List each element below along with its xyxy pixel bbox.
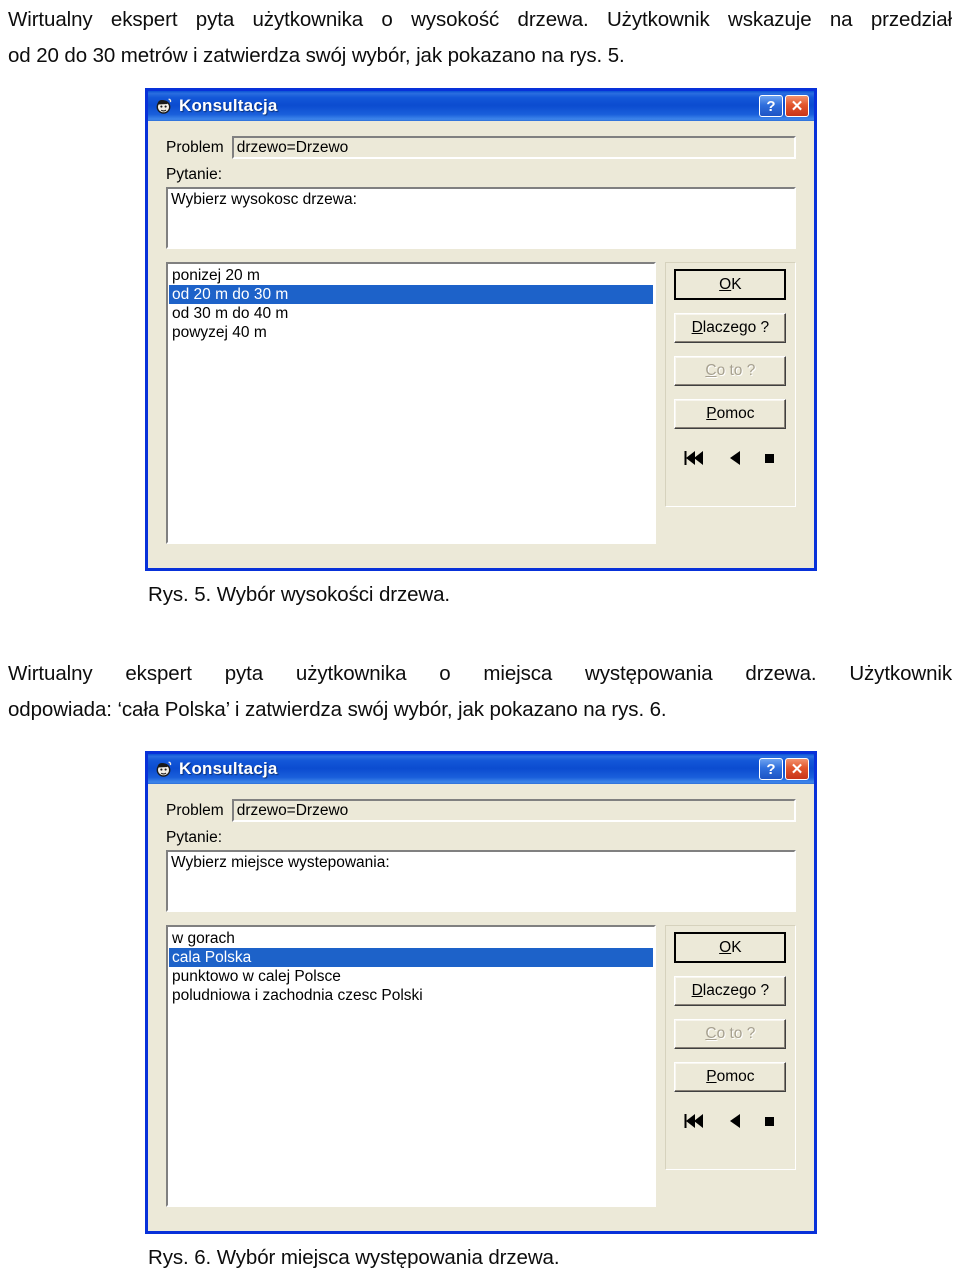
- question-label: Pytanie:: [166, 166, 223, 183]
- what-is-it-button: Co to ?: [674, 1019, 787, 1049]
- dialog-1-body: Problem drzewo=Drzewo Pytanie: Wybierz w…: [148, 121, 814, 568]
- list-item[interactable]: punktowo w calej Polsce: [169, 967, 653, 986]
- previous-icon[interactable]: [728, 1113, 741, 1134]
- ok-button[interactable]: OK: [674, 269, 787, 300]
- dialog-1-bottom-spacer: [157, 544, 805, 560]
- why-button[interactable]: Dlaczego ?: [674, 976, 787, 1006]
- list-item[interactable]: w gorach: [169, 929, 653, 948]
- rewind-to-start-icon[interactable]: [684, 450, 706, 471]
- close-icon[interactable]: ✕: [785, 758, 809, 780]
- intro-paragraph-1: Wirtualny ekspert pyta użytkownika o wys…: [8, 2, 952, 74]
- help-button[interactable]: Pomoc: [674, 1062, 787, 1092]
- dialog-2-nav-row: [674, 1111, 786, 1135]
- answer-listbox[interactable]: w gorach cala Polska punktowo w calej Po…: [166, 925, 656, 1207]
- why-button[interactable]: Dlaczego ?: [674, 313, 787, 343]
- stop-icon[interactable]: [763, 450, 776, 471]
- question-text: Wybierz miejsce wystepowania:: [171, 854, 390, 871]
- help-button-rest: omoc: [716, 405, 755, 422]
- help-button[interactable]: Pomoc: [674, 399, 787, 429]
- help-icon[interactable]: ?: [759, 95, 783, 117]
- consultation-dialog-2[interactable]: Konsultacja ? ✕ Problem drzewo=Drzewo Py…: [145, 751, 817, 1234]
- ok-button-rest: K: [731, 938, 742, 956]
- why-button-rest: laczego ?: [702, 982, 770, 999]
- dialog-2-title: Konsultacja: [179, 759, 278, 778]
- expert-head-icon: [154, 759, 174, 779]
- problem-field[interactable]: drzewo=Drzewo: [231, 136, 796, 159]
- expert-head-icon: [154, 96, 174, 116]
- dialog-1-nav-row: [674, 448, 786, 472]
- question-text: Wybierz wysokosc drzewa:: [171, 191, 357, 208]
- ok-button[interactable]: OK: [674, 932, 787, 963]
- problem-field[interactable]: drzewo=Drzewo: [231, 799, 796, 822]
- paragraph-1-line-2: od 20 do 30 metrów i zatwierdza swój wyb…: [8, 44, 625, 67]
- help-icon[interactable]: ?: [759, 758, 783, 780]
- dialog-2-button-panel: OK Dlaczego ? Co to ? Pomoc: [664, 925, 796, 1170]
- dialog-1-frame: Problem drzewo=Drzewo Pytanie: Wybierz w…: [145, 121, 817, 571]
- question-text-box: Wybierz miejsce wystepowania:: [166, 850, 796, 912]
- paragraph-2-line-2: odpowiada: ‘cała Polska’ i zatwierdza sw…: [8, 698, 667, 721]
- help-button-rest: omoc: [716, 1068, 755, 1085]
- list-item[interactable]: powyzej 40 m: [169, 323, 653, 342]
- dialog-2-titlebar-buttons: ? ✕: [759, 758, 811, 780]
- intro-paragraph-2: Wirtualny ekspert pyta użytkownika o mie…: [8, 656, 952, 728]
- problem-label: Problem: [166, 138, 224, 156]
- dialog-1-title: Konsultacja: [179, 96, 278, 115]
- dialog-1-titlebar-buttons: ? ✕: [759, 95, 811, 117]
- close-icon[interactable]: ✕: [785, 95, 809, 117]
- what-is-it-button: Co to ?: [674, 356, 787, 386]
- list-item[interactable]: cala Polska: [169, 948, 653, 967]
- what-is-it-button-rest: o to ?: [716, 1025, 756, 1042]
- dialog-1-button-panel: OK Dlaczego ? Co to ? Pomoc: [664, 262, 796, 507]
- question-text-box: Wybierz wysokosc drzewa:: [166, 187, 796, 249]
- list-item[interactable]: ponizej 20 m: [169, 266, 653, 285]
- what-is-it-button-rest: o to ?: [716, 362, 756, 379]
- figure-caption-6: Rys. 6. Wybór miejsca występowania drzew…: [148, 1246, 560, 1269]
- dialog-2-body: Problem drzewo=Drzewo Pytanie: Wybierz m…: [148, 784, 814, 1231]
- answer-listbox[interactable]: ponizej 20 m od 20 m do 30 m od 30 m do …: [166, 262, 656, 544]
- dialog-2-frame: Problem drzewo=Drzewo Pytanie: Wybierz m…: [145, 784, 817, 1234]
- dialog-2-problem-row: Problem drzewo=Drzewo: [166, 798, 805, 823]
- ok-button-rest: K: [731, 275, 742, 293]
- why-button-rest: laczego ?: [702, 319, 770, 336]
- problem-label: Problem: [166, 801, 224, 819]
- list-item[interactable]: od 30 m do 40 m: [169, 304, 653, 323]
- paragraph-2-line-1: Wirtualny ekspert pyta użytkownika o mie…: [8, 662, 952, 685]
- list-item[interactable]: od 20 m do 30 m: [169, 285, 653, 304]
- dialog-1-problem-row: Problem drzewo=Drzewo: [166, 135, 805, 160]
- consultation-dialog-1[interactable]: Konsultacja ? ✕ Problem drzewo=Drzewo Py…: [145, 88, 817, 571]
- paragraph-1-line-1: Wirtualny ekspert pyta użytkownika o wys…: [8, 8, 952, 31]
- dialog-2-titlebar[interactable]: Konsultacja ? ✕: [145, 751, 817, 784]
- dialog-2-lower: w gorach cala Polska punktowo w calej Po…: [166, 925, 796, 1207]
- previous-icon[interactable]: [728, 450, 741, 471]
- figure-caption-5: Rys. 5. Wybór wysokości drzewa.: [148, 583, 451, 606]
- stop-icon[interactable]: [763, 1113, 776, 1134]
- list-item[interactable]: poludniowa i zachodnia czesc Polski: [169, 986, 653, 1005]
- rewind-to-start-icon[interactable]: [684, 1113, 706, 1134]
- dialog-1-titlebar[interactable]: Konsultacja ? ✕: [145, 88, 817, 121]
- dialog-1-lower: ponizej 20 m od 20 m do 30 m od 30 m do …: [166, 262, 796, 544]
- question-label: Pytanie:: [166, 829, 223, 846]
- dialog-2-bottom-spacer: [157, 1207, 805, 1223]
